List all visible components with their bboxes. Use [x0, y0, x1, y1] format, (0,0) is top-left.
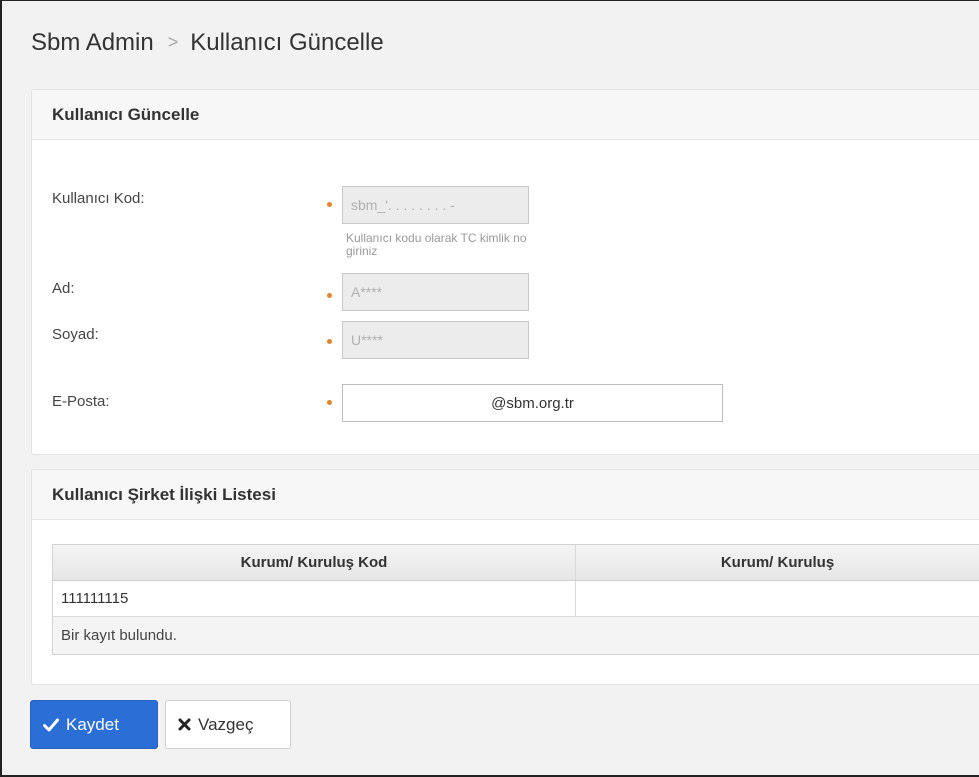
save-button[interactable]: Kaydet	[30, 700, 158, 749]
email-input[interactable]: @sbm.org.tr	[342, 384, 723, 422]
breadcrumb: Sbm Admin > Kullanıcı Güncelle	[31, 29, 384, 57]
required-indicator	[327, 293, 332, 298]
email-label: E-Posta:	[52, 393, 110, 410]
user-code-input[interactable]: sbm_'. . . . . . . . -	[342, 186, 529, 224]
panel-title: Kullanıcı Güncelle	[32, 90, 979, 140]
user-code-hint: Kullanıcı kodu olarak TC kimlik no girin…	[346, 231, 527, 258]
breadcrumb-current: Kullanıcı Güncelle	[190, 29, 384, 56]
company-relation-panel: Kullanıcı Şirket İlişki Listesi Kurum/ K…	[31, 469, 979, 685]
table-footer-count: Bir kayıt bulundu.	[53, 617, 979, 654]
required-indicator	[327, 202, 332, 207]
surname-input[interactable]: U****	[342, 321, 529, 359]
table-header: Kurum/ Kuruluş Kod Kurum/ Kuruluş	[53, 545, 979, 581]
cancel-button[interactable]: Vazgeç	[165, 700, 291, 749]
check-icon	[43, 718, 59, 732]
panel-title: Kullanıcı Şirket İlişki Listesi	[32, 470, 979, 520]
required-indicator	[327, 400, 332, 405]
table-row[interactable]: 111111115	[53, 581, 979, 617]
name-label: Ad:	[52, 280, 75, 297]
save-button-label: Kaydet	[66, 714, 119, 734]
required-indicator	[327, 339, 332, 344]
user-code-label: Kullanıcı Kod:	[52, 190, 145, 207]
table-cell-name	[576, 581, 979, 616]
column-header-code[interactable]: Kurum/ Kuruluş Kod	[53, 545, 576, 580]
user-update-panel: Kullanıcı Güncelle Kullanıcı Kod: sbm_'.…	[31, 89, 979, 455]
x-icon	[178, 718, 191, 731]
cancel-button-label: Vazgeç	[198, 714, 254, 734]
breadcrumb-root[interactable]: Sbm Admin	[31, 29, 154, 56]
company-table: Kurum/ Kuruluş Kod Kurum/ Kuruluş 111111…	[52, 544, 979, 655]
table-cell-code: 111111115	[53, 581, 576, 616]
breadcrumb-separator: >	[167, 32, 179, 52]
column-header-name[interactable]: Kurum/ Kuruluş	[576, 545, 979, 580]
name-input[interactable]: A****	[342, 273, 529, 311]
surname-label: Soyad:	[52, 326, 99, 343]
